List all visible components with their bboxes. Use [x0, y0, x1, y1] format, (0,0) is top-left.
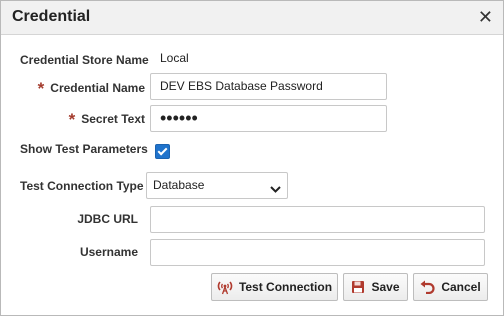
secret-text-label: * Secret Text [69, 110, 145, 130]
dialog-titlebar: Credential ✕ [1, 1, 503, 35]
test-connection-type-select[interactable]: Database [146, 172, 288, 199]
show-test-params-checkbox[interactable] [155, 144, 170, 159]
test-connection-button[interactable]: Test Connection [211, 273, 338, 301]
username-label: Username [79, 245, 138, 259]
test-connection-type-label: Test Connection Type [20, 179, 144, 193]
test-connection-label: Test Connection [238, 280, 333, 294]
jdbc-url-input[interactable] [150, 206, 485, 233]
antenna-icon [217, 279, 233, 295]
store-name-value: Local [160, 51, 189, 65]
username-input[interactable] [150, 239, 485, 266]
close-icon[interactable]: ✕ [478, 7, 493, 28]
credential-name-label-text: Credential Name [50, 81, 145, 95]
test-connection-type-value: Database [153, 178, 205, 192]
required-marker: * [68, 110, 76, 129]
cancel-label: Cancel [441, 280, 481, 294]
credential-name-input[interactable]: DEV EBS Database Password [150, 73, 387, 100]
show-test-params-label: Show Test Parameters [20, 142, 148, 156]
undo-arrow-icon [420, 280, 435, 294]
secret-text-input[interactable]: •••••• [150, 105, 387, 132]
save-label: Save [371, 280, 400, 294]
cancel-button[interactable]: Cancel [413, 273, 488, 301]
required-marker: * [37, 79, 45, 98]
dialog-title: Credential [12, 8, 91, 25]
store-name-label: Credential Store Name [20, 53, 149, 67]
credential-dialog: Credential ✕ Credential Store Name Local… [0, 0, 504, 316]
secret-text-label-text: Secret Text [81, 112, 145, 126]
save-button[interactable]: Save [343, 273, 408, 301]
jdbc-url-label: JDBC URL [77, 212, 138, 226]
chevron-down-icon [270, 179, 281, 204]
credential-name-label: * Credential Name [38, 79, 145, 99]
floppy-disk-icon [351, 280, 365, 294]
